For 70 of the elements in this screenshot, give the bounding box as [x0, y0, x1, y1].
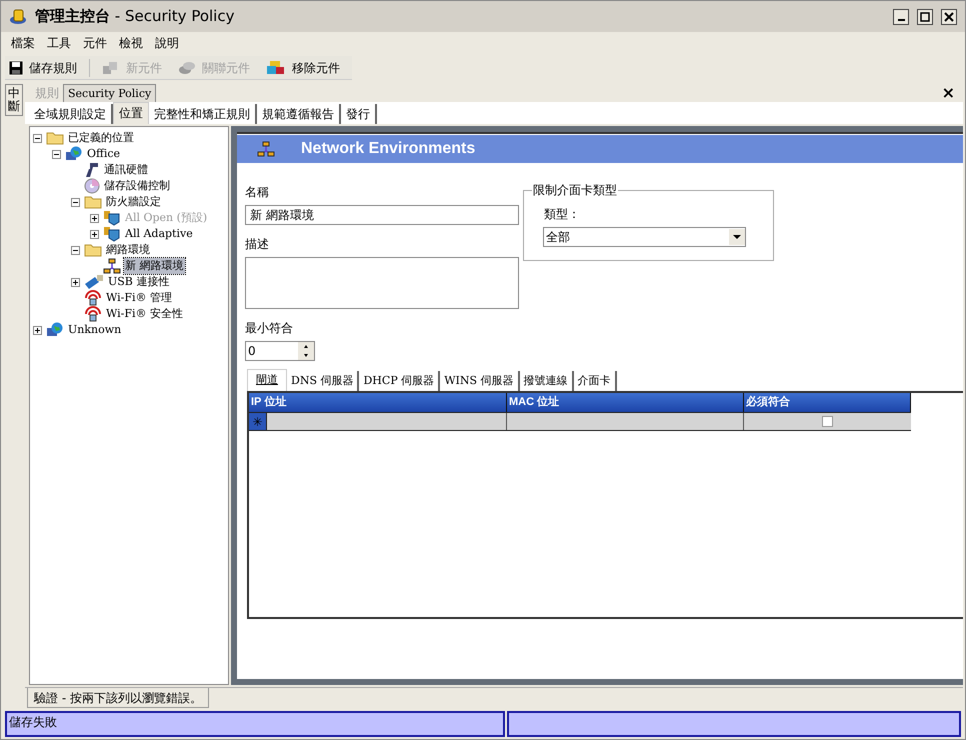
globe-computer-icon — [46, 322, 64, 338]
collapse-icon[interactable] — [33, 134, 42, 142]
folder-icon — [84, 243, 102, 257]
tree-item[interactable]: 已定義的位置 — [67, 130, 135, 146]
app-icon — [9, 8, 27, 26]
network-icon — [103, 258, 121, 274]
collapse-icon[interactable] — [52, 150, 61, 158]
group-title: 限制介面卡類型 — [532, 182, 618, 198]
document-tab[interactable]: Security Policy — [63, 84, 156, 102]
tree-item[interactable]: Unknown — [67, 322, 122, 338]
bottom-tab[interactable]: 驗證 - 按兩下該列以瀏覽錯誤。 — [27, 688, 209, 708]
disc-icon — [84, 178, 100, 194]
usb-stick-icon — [84, 274, 104, 290]
connector-icon — [84, 162, 100, 178]
expand-icon[interactable] — [33, 326, 42, 334]
close-icon — [944, 12, 954, 22]
tree-item[interactable]: 新 網路環境 — [124, 258, 184, 274]
expand-icon[interactable] — [71, 278, 80, 286]
tree-item[interactable]: 防火牆設定 — [105, 194, 162, 210]
checkbox[interactable] — [822, 416, 833, 427]
tab[interactable]: 位置 — [113, 102, 149, 124]
toolbar-button[interactable]: 儲存規則 — [5, 56, 81, 78]
column-header[interactable]: IP 位址 — [249, 393, 507, 412]
shield-icon — [103, 226, 121, 242]
wifi-icon — [84, 306, 102, 322]
field-label: 類型： — [544, 207, 580, 221]
tree-item[interactable]: 網路環境 — [105, 242, 151, 258]
menu-item[interactable]: 檔案 — [5, 34, 41, 52]
menu-item[interactable]: 工具 — [41, 34, 77, 52]
window-title: 管理主控台 - Security Policy — [35, 6, 234, 28]
status-text: 儲存失敗 — [9, 715, 57, 729]
maximize-icon — [920, 12, 930, 22]
menu-item[interactable]: 元件 — [77, 34, 113, 52]
tree-item[interactable]: All Adaptive — [124, 226, 194, 242]
floppy-icon — [9, 60, 23, 74]
field-label: 描述 — [245, 236, 270, 253]
tree-item[interactable]: USB 連接性 — [107, 274, 170, 290]
folder-icon — [84, 195, 102, 209]
close-button[interactable]: × — [942, 84, 955, 102]
column-header[interactable]: MAC 位址 — [507, 393, 744, 412]
panel-title: Network Environments — [301, 139, 476, 159]
folder-icon — [46, 131, 64, 145]
column-header[interactable]: 必須符合 — [744, 393, 911, 412]
menu-item[interactable]: 說明 — [149, 34, 185, 52]
tree-item[interactable]: Wi-Fi® 管理 — [105, 290, 173, 306]
collapse-icon[interactable] — [71, 198, 80, 206]
close-button[interactable] — [941, 8, 957, 24]
field-label: 最小符合 — [245, 320, 294, 337]
description-field[interactable] — [245, 257, 519, 309]
collapse-icon[interactable] — [71, 246, 80, 254]
menu-item[interactable]: 檢視 — [113, 34, 149, 52]
network-icon — [257, 141, 275, 157]
side-tab[interactable]: 中斷 — [5, 84, 23, 116]
tree-item[interactable]: 儲存設備控制 — [103, 178, 171, 194]
number-spinner[interactable]: 0 — [245, 341, 315, 361]
tree-item[interactable]: Office — [86, 146, 122, 162]
row-header: ✳ — [249, 413, 267, 430]
minimize-icon — [898, 18, 904, 20]
name-field[interactable]: 新 網路環境 — [245, 205, 519, 225]
globe-computer-icon — [65, 146, 83, 162]
expand-icon[interactable] — [90, 230, 99, 238]
field-label: 名稱 — [245, 184, 270, 201]
type-dropdown[interactable]: 全部 — [543, 227, 746, 247]
wifi-icon — [84, 290, 102, 306]
tree-item[interactable]: Wi-Fi® 安全性 — [105, 306, 184, 322]
shield-icon — [103, 210, 121, 226]
maximize-button[interactable] — [917, 8, 933, 24]
toolbar-button[interactable]: 移除元件 — [262, 56, 344, 78]
tree-item[interactable]: 通訊硬體 — [103, 162, 149, 178]
minimize-button[interactable] — [893, 8, 909, 24]
